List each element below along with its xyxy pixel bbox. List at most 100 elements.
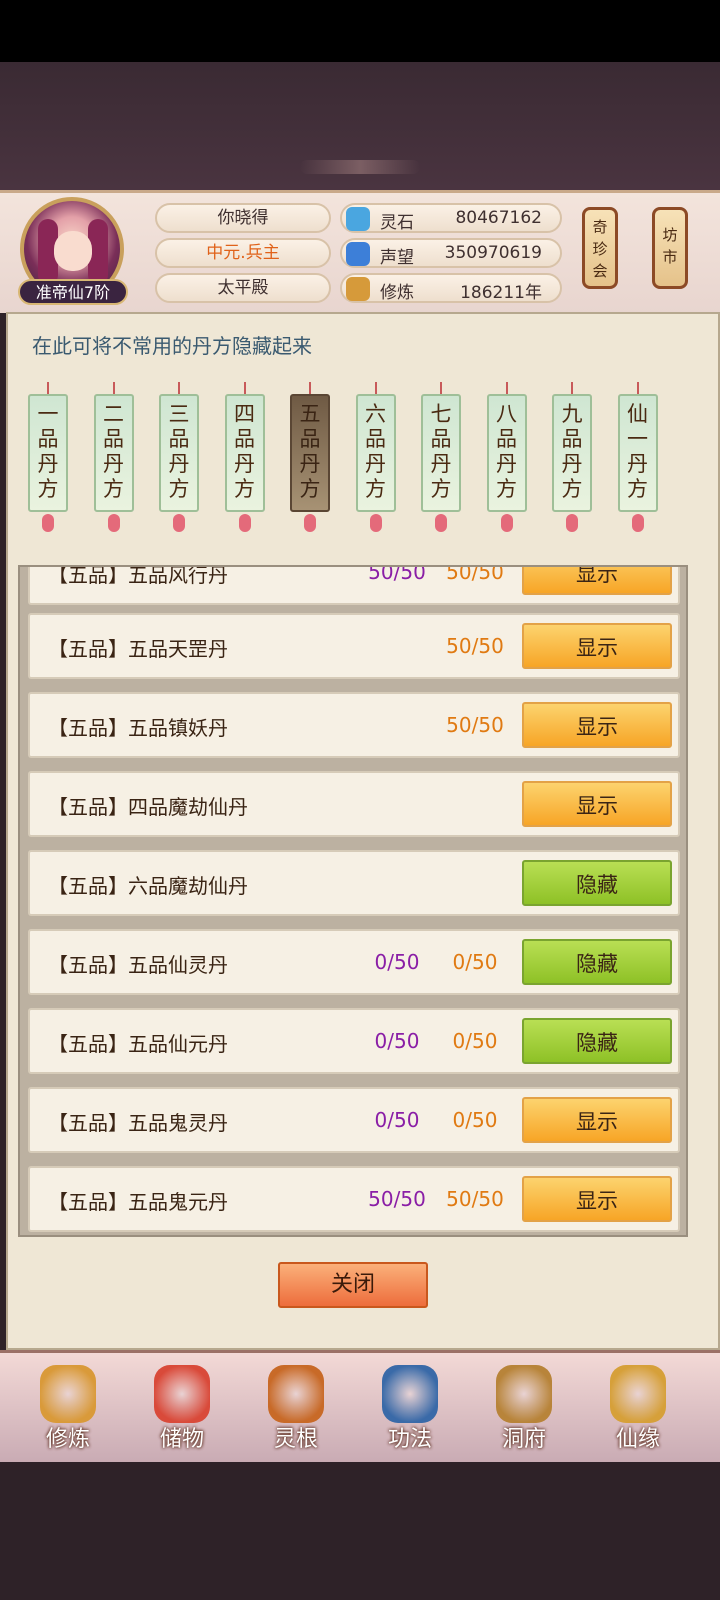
market-button[interactable]: 坊市 <box>652 207 688 289</box>
nav-item-4[interactable]: 功法 <box>360 1359 460 1459</box>
spirit-stone-icon <box>346 207 370 231</box>
resource-label: 修炼 <box>380 283 414 303</box>
show-button[interactable]: 显示 <box>522 567 672 595</box>
nav-item-5[interactable]: 洞府 <box>474 1359 574 1459</box>
tab-tassel <box>435 514 447 532</box>
hide-button[interactable]: 隐藏 <box>522 1018 672 1064</box>
hide-button[interactable]: 隐藏 <box>522 939 672 985</box>
resource-spirit-stone: 灵石 80467162 <box>340 203 562 233</box>
tab-cord <box>440 382 442 394</box>
recipe-title: 五品天罡丹 <box>128 637 228 661</box>
tab-grade-3[interactable]: 三品丹方 <box>159 382 199 532</box>
tab-label: 七品丹方 <box>430 402 452 501</box>
tab-grade-4[interactable]: 四品丹方 <box>224 382 265 532</box>
recipe-count-b: 0/50 <box>452 950 498 974</box>
tab-grade-2[interactable]: 二品丹方 <box>93 382 134 532</box>
recipe-grade: 【五品】 <box>48 1190 128 1214</box>
tab-tassel <box>42 514 54 532</box>
tab-tassel <box>566 514 578 532</box>
tab-tassel <box>238 514 251 532</box>
recipe-count-a: 50/50 <box>368 1187 426 1211</box>
tab-label: 四品丹方 <box>234 402 255 501</box>
recipe-list[interactable]: 【五品】五品风行丹 50/50 50/50 显示 【五品】五品天罡丹 50/50 显示 【五品… <box>18 565 688 1237</box>
recipe-title: 四品魔劫仙丹 <box>128 795 248 819</box>
recipe-row: 【五品】四品魔劫仙丹 显示 <box>28 771 680 837</box>
recipe-grade: 【五品】 <box>48 637 128 661</box>
tab-tassel <box>304 514 316 532</box>
recipe-name: 【五品】五品镇妖丹 <box>48 712 228 741</box>
tab-cord <box>309 382 311 394</box>
show-button[interactable]: 显示 <box>522 1097 672 1143</box>
tab-grade-8[interactable]: 八品丹方 <box>486 382 527 532</box>
nav-label: 仙缘 <box>615 1427 660 1452</box>
recipe-count-a: 50/50 <box>368 565 426 584</box>
storage-bag-icon <box>154 1365 210 1423</box>
show-button[interactable]: 显示 <box>522 623 672 669</box>
tab-label: 八品丹方 <box>496 402 517 501</box>
nav-item-2[interactable]: 储物 <box>132 1359 232 1459</box>
nav-item-3[interactable]: 灵根 <box>246 1359 346 1459</box>
nav-label: 洞府 <box>501 1427 546 1452</box>
tab-label: 三品丹方 <box>168 402 190 501</box>
recipe-name: 【五品】四品魔劫仙丹 <box>48 791 248 820</box>
nav-item-6[interactable]: 仙缘 <box>588 1359 688 1459</box>
tab-grade-5[interactable]: 五品丹方 <box>290 382 330 532</box>
recipe-row: 【五品】五品风行丹 50/50 50/50 显示 <box>28 565 680 605</box>
tab-label: 一品丹方 <box>37 402 59 501</box>
recipe-title: 五品风行丹 <box>128 565 228 587</box>
recipe-row: 【五品】五品仙元丹 0/50 0/50 隐藏 <box>28 1008 680 1074</box>
show-button[interactable]: 显示 <box>522 702 672 748</box>
recipe-count-b: 50/50 <box>446 634 504 658</box>
tab-cord <box>243 382 246 394</box>
show-button[interactable]: 显示 <box>522 1176 672 1222</box>
recipe-title: 五品鬼灵丹 <box>128 1111 228 1135</box>
player-title: 中元.兵主 <box>155 238 331 268</box>
nav-label: 灵根 <box>273 1427 318 1452</box>
resource-reputation: 声望 350970619 <box>340 238 562 268</box>
reputation-icon <box>346 242 370 266</box>
tab-label: 仙一丹方 <box>627 402 648 501</box>
tab-grade-6[interactable]: 六品丹方 <box>355 382 396 532</box>
recipe-row: 【五品】五品鬼元丹 50/50 50/50 显示 <box>28 1166 680 1232</box>
close-button[interactable]: 关闭 <box>278 1262 428 1308</box>
tab-tassel <box>173 514 185 532</box>
recipe-grade: 【五品】 <box>48 565 128 587</box>
recipe-row: 【五品】五品仙灵丹 0/50 0/50 隐藏 <box>28 929 680 995</box>
tab-cord <box>112 382 115 394</box>
tab-grade-7[interactable]: 七品丹方 <box>421 382 461 532</box>
rank-badge: 准帝仙7阶 <box>18 279 128 305</box>
nav-item-1[interactable]: 修炼 <box>18 1359 118 1459</box>
tab-tassel <box>369 514 382 532</box>
panel-hint: 在此可将不常用的丹方隐藏起来 <box>32 334 312 358</box>
tab-grade-1[interactable]: 一品丹方 <box>28 382 68 532</box>
skill-book-icon <box>382 1365 438 1423</box>
tab-cord <box>178 382 180 394</box>
recipe-name: 【五品】五品仙元丹 <box>48 1028 228 1057</box>
tab-label: 二品丹方 <box>103 402 124 501</box>
recipe-row: 【五品】六品魔劫仙丹 隐藏 <box>28 850 680 916</box>
recipe-count-a: 0/50 <box>374 1029 420 1053</box>
tab-cord <box>505 382 508 394</box>
recipe-grade: 【五品】 <box>48 1111 128 1135</box>
tab-tassel <box>107 514 120 532</box>
recipe-title: 五品镇妖丹 <box>128 716 228 740</box>
avatar-face <box>54 231 92 271</box>
show-button[interactable]: 显示 <box>522 781 672 827</box>
recipe-grade: 【五品】 <box>48 716 128 740</box>
recipe-count-b: 0/50 <box>452 1029 498 1053</box>
recipe-count-b: 50/50 <box>446 1187 504 1211</box>
recipe-title: 六品魔劫仙丹 <box>128 874 248 898</box>
tab-grade-10[interactable]: 仙一丹方 <box>617 382 658 532</box>
recipe-title: 五品鬼元丹 <box>128 1190 228 1214</box>
recipe-name: 【五品】五品天罡丹 <box>48 633 228 662</box>
tab-cord <box>374 382 377 394</box>
nav-label: 储物 <box>159 1427 204 1452</box>
bottom-decoration <box>0 1462 720 1600</box>
recipe-name: 【五品】五品风行丹 <box>48 565 228 588</box>
recipe-name: 【五品】五品仙灵丹 <box>48 949 228 978</box>
hide-button[interactable]: 隐藏 <box>522 860 672 906</box>
bottom-nav: 修炼 储物 灵根 功法 洞府 仙缘 <box>0 1350 720 1465</box>
resource-value: 350970619 <box>444 243 542 263</box>
treasure-fair-button[interactable]: 奇珍会 <box>582 207 618 289</box>
tab-grade-9[interactable]: 九品丹方 <box>552 382 592 532</box>
